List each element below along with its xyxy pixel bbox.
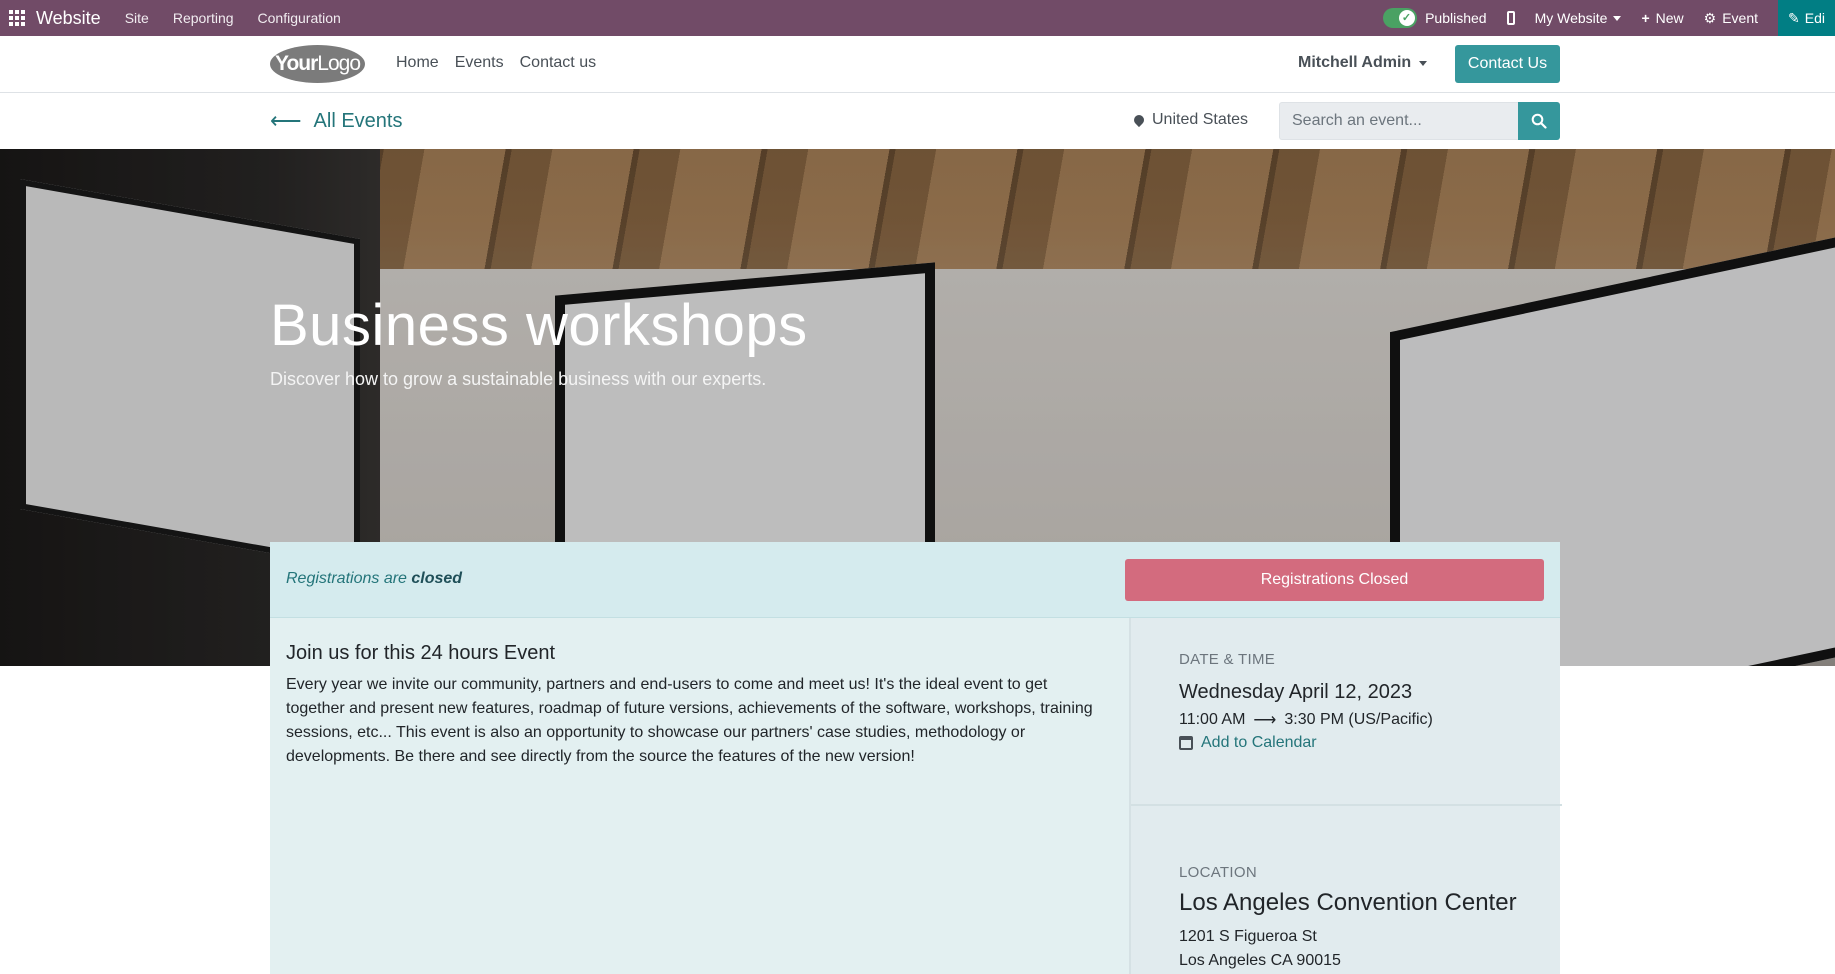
search-input[interactable] [1279, 102, 1518, 140]
event-title: Business workshops [270, 293, 808, 358]
all-events-link[interactable]: ⟵ All Events [270, 108, 402, 134]
country-label: United States [1152, 111, 1249, 128]
time-end: 3:30 PM (US/Pacific) [1284, 711, 1433, 728]
admin-navbar: Website Site Reporting Configuration ✓ P… [0, 0, 1835, 36]
arrow-left-icon: ⟵ [270, 108, 302, 133]
mobile-phone-icon [1506, 11, 1515, 25]
main-nav: Home Events Contact us [396, 54, 596, 72]
edit-label: Edi [1804, 10, 1825, 26]
published-label[interactable]: Published [1425, 10, 1487, 26]
registration-status-prefix: Registrations are [286, 570, 412, 587]
pencil-icon: ✎ [1788, 9, 1800, 26]
check-icon: ✓ [1401, 12, 1412, 24]
nav-events[interactable]: Events [455, 54, 504, 72]
user-name: Mitchell Admin [1298, 54, 1412, 71]
address-line-2: Los Angeles CA 90015 [1179, 952, 1341, 969]
address-line-1: 1201 S Figueroa St [1179, 928, 1317, 945]
map-marker-icon [1131, 112, 1147, 128]
calendar-icon [1179, 736, 1193, 750]
event-description: Join us for this 24 hours Event Every ye… [270, 618, 1129, 974]
search-icon [1531, 113, 1547, 129]
admin-menu-reporting[interactable]: Reporting [173, 10, 234, 26]
new-button[interactable]: + New [1641, 10, 1683, 26]
nav-contact-us[interactable]: Contact us [520, 54, 596, 72]
apps-grid-icon[interactable] [9, 10, 25, 26]
user-menu[interactable]: Mitchell Admin [1298, 54, 1428, 72]
event-search [1279, 102, 1560, 140]
published-toggle[interactable]: ✓ [1383, 8, 1418, 28]
add-to-calendar-label: Add to Calendar [1201, 734, 1317, 751]
site-logo[interactable]: Your Logo [270, 45, 365, 83]
sidebar-divider [1131, 804, 1562, 806]
events-subbar: ⟵ All Events United States [0, 93, 1835, 149]
new-label: New [1655, 10, 1684, 26]
description-heading: Join us for this 24 hours Event [286, 642, 556, 664]
logo-text-bold: Your [275, 52, 318, 75]
plus-icon: + [1641, 10, 1650, 26]
website-switcher[interactable]: My Website [1535, 10, 1622, 26]
admin-right-tools: ✓ Published My Website + New ⚙ Event ✎ E… [1383, 0, 1835, 36]
event-date: Wednesday April 12, 2023 [1179, 681, 1413, 703]
registration-panel: Registrations are closed Registrations C… [270, 542, 1560, 618]
logo-text-light: Logo [317, 52, 361, 75]
chevron-down-icon [1613, 15, 1622, 21]
event-time: 11:00 AM ⟶ 3:30 PM (US/Pacific) [1179, 710, 1433, 730]
search-button[interactable] [1518, 102, 1560, 140]
admin-menu-site[interactable]: Site [125, 10, 149, 26]
website-switcher-label: My Website [1534, 10, 1608, 26]
gear-icon: ⚙ [1703, 9, 1717, 26]
arrow-right-icon: ⟶ [1253, 712, 1277, 729]
admin-menu-configuration[interactable]: Configuration [258, 10, 341, 26]
contact-us-button[interactable]: Contact Us [1455, 45, 1560, 83]
chevron-down-icon [1419, 60, 1428, 66]
site-header: Your Logo Home Events Contact us Mitchell… [0, 36, 1835, 93]
event-info-sidebar: DATE & TIME Wednesday April 12, 2023 11:… [1129, 618, 1562, 974]
location-label: LOCATION [1179, 864, 1257, 881]
datetime-label: DATE & TIME [1179, 651, 1276, 668]
event-button[interactable]: ⚙ Event [1704, 10, 1758, 27]
time-start: 11:00 AM [1179, 711, 1246, 728]
mobile-preview-button[interactable] [1506, 11, 1515, 25]
nav-home[interactable]: Home [396, 54, 439, 72]
event-label: Event [1722, 10, 1759, 26]
add-to-calendar-link[interactable]: Add to Calendar [1179, 734, 1317, 752]
registration-status: Registrations are closed [286, 570, 462, 588]
admin-brand[interactable]: Website [36, 8, 101, 29]
event-subtitle: Discover how to grow a sustainable busin… [270, 369, 767, 389]
all-events-label: All Events [313, 109, 403, 132]
venue-name: Los Angeles Convention Center [1179, 889, 1517, 916]
description-body: Every year we invite our community, part… [286, 676, 1093, 765]
registrations-closed-button[interactable]: Registrations Closed [1125, 559, 1544, 601]
country-filter[interactable]: United States [1131, 111, 1249, 129]
edit-button[interactable]: ✎ Edi [1778, 0, 1835, 36]
registration-status-word: closed [411, 570, 463, 587]
